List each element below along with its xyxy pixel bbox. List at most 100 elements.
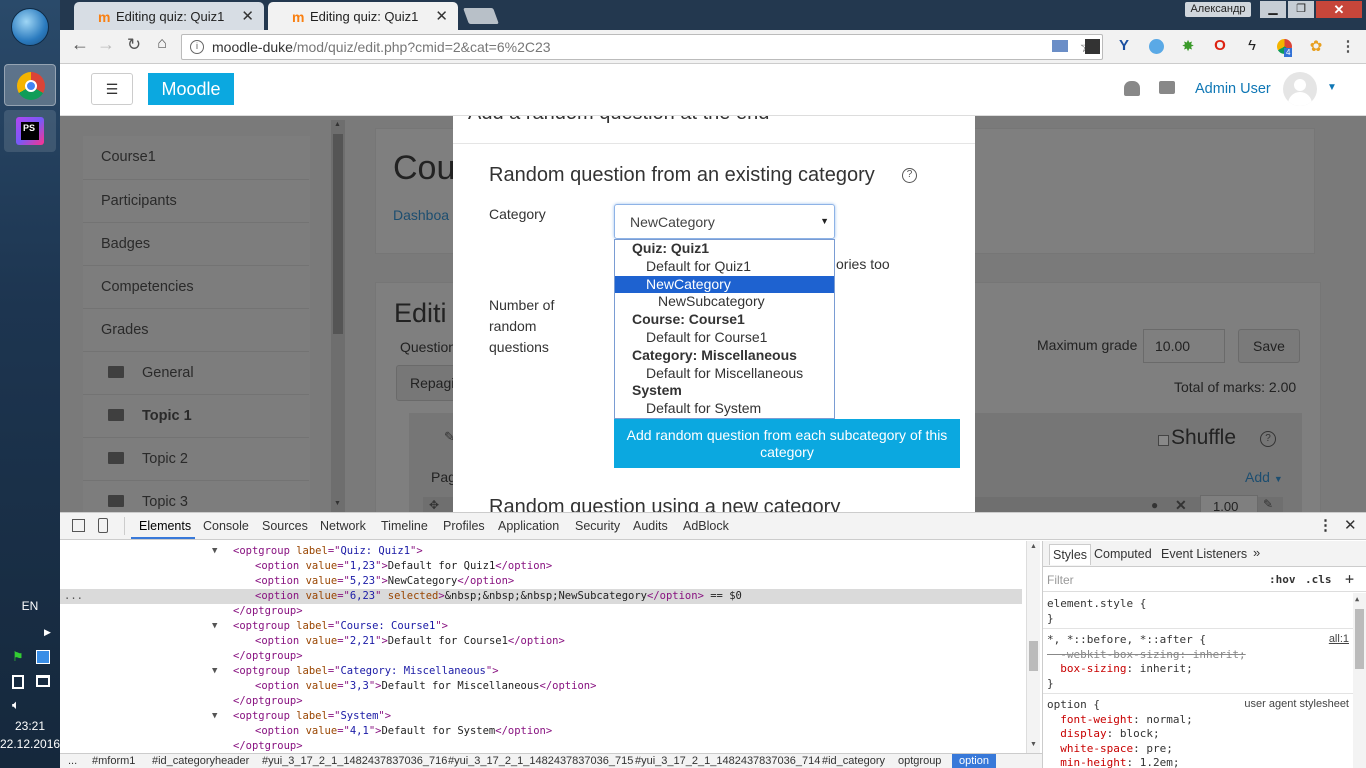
breadcrumb-optgroup[interactable]: optgroup (898, 755, 941, 767)
style-rule-line[interactable]: min-height: 1.2em; (1047, 756, 1179, 768)
dom-node-line[interactable]: <option value="4,1">Default for System</… (60, 724, 1022, 739)
nav-item-course1[interactable]: Course1 (83, 136, 309, 179)
option-default-miscellaneous[interactable]: Default for Miscellaneous (615, 365, 834, 383)
cls-toggle[interactable]: .cls (1305, 573, 1332, 586)
chrome-taskbar-button[interactable] (4, 64, 56, 106)
new-style-rule-icon[interactable]: + (1345, 570, 1354, 588)
inspect-element-icon[interactable] (72, 519, 85, 532)
preview-icon[interactable]: ● (1151, 498, 1158, 512)
nav-item-topic-2[interactable]: Topic 2 (83, 437, 309, 480)
delete-icon[interactable]: ✕ (1175, 497, 1187, 512)
dom-node-line[interactable]: <option value="3,3">Default for Miscella… (60, 679, 1022, 694)
tray-app-icon[interactable] (36, 650, 50, 664)
help-icon[interactable]: ? (902, 168, 917, 183)
nav-scrollbar-thumb[interactable] (333, 134, 343, 334)
option-default-quiz1[interactable]: Default for Quiz1 (615, 258, 834, 276)
max-grade-input[interactable]: 10.00 (1143, 329, 1225, 363)
back-icon[interactable]: ← (70, 34, 90, 54)
chrome-extension-icon[interactable]: 4 (1274, 37, 1294, 57)
clipboard-icon[interactable] (12, 675, 24, 689)
dom-scrollbar-thumb[interactable] (1029, 641, 1038, 671)
expand-arrow-icon[interactable]: ▼ (212, 619, 217, 634)
close-window-button[interactable]: ✕ (1316, 1, 1362, 18)
browser-tab-1[interactable]: m Editing quiz: Quiz1 ✕ (74, 2, 264, 30)
breadcrumb-option[interactable]: option (952, 754, 996, 768)
devtools-tab-profiles[interactable]: Profiles (443, 519, 485, 533)
breadcrumb-yui-714[interactable]: #yui_3_17_2_1_1482437837036_714 (635, 755, 820, 767)
nav-item-grades[interactable]: Grades (83, 308, 309, 351)
moodle-brand-button[interactable]: Moodle (148, 73, 234, 105)
breadcrumb-mform1[interactable]: #mform1 (92, 755, 135, 767)
style-rule-line[interactable]: font-weight: normal; (1047, 713, 1192, 726)
nav-item-participants[interactable]: Participants (83, 179, 309, 222)
nav-drawer-toggle[interactable]: ☰ (91, 73, 133, 105)
styles-scrollbar[interactable]: ▲ (1353, 593, 1366, 768)
option-newsubcategory[interactable]: NewSubcategory (615, 293, 834, 311)
event-listeners-tab[interactable]: Event Listeners (1161, 547, 1247, 561)
nav-item-topic-3[interactable]: Topic 3 (83, 480, 309, 512)
breadcrumb-yui-716[interactable]: #yui_3_17_2_1_1482437837036_716 (262, 755, 447, 767)
dom-tree[interactable]: ▼ <optgroup label="Quiz: Quiz1"> <option v… (60, 541, 1026, 753)
add-menu-link[interactable]: Add ▼ (1245, 469, 1283, 485)
style-rules[interactable]: element.style {} *, *::before, *::after {… (1043, 597, 1353, 768)
close-tab-icon[interactable]: ✕ (241, 7, 254, 25)
start-button[interactable] (11, 8, 49, 46)
devtools-tab-network[interactable]: Network (320, 519, 366, 533)
blue-extension-icon[interactable] (1146, 37, 1166, 57)
expand-arrow-icon[interactable]: ▼ (212, 664, 217, 679)
style-rule-source[interactable]: all:1 (1329, 633, 1349, 645)
dom-node-line[interactable]: ▼ <optgroup label="Course: Course1"> (60, 619, 1022, 634)
language-indicator[interactable]: EN (0, 599, 60, 613)
nav-item-general[interactable]: General (83, 351, 309, 394)
question-mark-input[interactable]: 1.00 (1200, 495, 1258, 512)
dom-node-line[interactable]: </optgroup> (60, 694, 1022, 709)
shuffle-help-icon[interactable]: ? (1260, 431, 1276, 447)
devtools-close-icon[interactable]: ✕ (1344, 516, 1357, 534)
dom-node-line[interactable]: </optgroup> (60, 649, 1022, 664)
style-rule-line[interactable]: -webkit-box-sizing: inherit; (1047, 648, 1245, 661)
window-user-badge[interactable]: Александр (1185, 2, 1251, 17)
option-default-system[interactable]: Default for System (615, 400, 834, 418)
minimize-button[interactable]: ▁ (1260, 1, 1286, 18)
devtools-tab-console[interactable]: Console (203, 519, 249, 533)
style-rule-line[interactable]: element.style { (1047, 597, 1146, 610)
green-extension-icon[interactable]: ✸ (1178, 37, 1198, 57)
breadcrumb-yui-715[interactable]: #yui_3_17_2_1_1482437837036_715 (448, 755, 633, 767)
new-tab-button[interactable] (463, 8, 499, 24)
tray-expand-icon[interactable]: ▶ (44, 627, 51, 638)
nav-scrollbar[interactable]: ▲ ▼ (331, 120, 345, 512)
devtools-menu-icon[interactable]: ⋮ (1318, 516, 1333, 534)
styles-scrollbar-thumb[interactable] (1355, 609, 1364, 669)
edit-mark-icon[interactable]: ✎ (1263, 497, 1273, 511)
move-icon[interactable]: ✥ (429, 498, 439, 512)
hov-toggle[interactable]: :hov (1269, 573, 1296, 586)
dom-node-line[interactable]: ... <option value="6,23" selected>&nbsp;&… (60, 589, 1022, 604)
nav-item-topic-1[interactable]: Topic 1 (83, 394, 309, 437)
category-select[interactable]: NewCategory ▼ (614, 204, 835, 239)
volume-icon[interactable]: 🔈︎ (12, 697, 20, 713)
device-toolbar-icon[interactable] (98, 518, 108, 533)
more-tabs-icon[interactable]: » (1253, 545, 1260, 560)
style-rule-line[interactable]: option { (1047, 698, 1100, 711)
shuffle-checkbox[interactable] (1158, 435, 1169, 446)
styles-tab[interactable]: Styles (1049, 544, 1092, 565)
notifications-bell-icon[interactable] (1124, 81, 1140, 96)
chrome-menu-icon[interactable]: ⋮ (1338, 37, 1358, 57)
add-random-question-button[interactable]: Add random question from each subcategor… (614, 419, 960, 468)
dom-node-line[interactable]: ▼ <optgroup label="System"> (60, 709, 1022, 724)
breadcrumb-dashboard[interactable]: Dashboa (393, 207, 449, 223)
dom-node-line[interactable]: </optgroup> (60, 739, 1022, 753)
dark-extension-icon[interactable] (1082, 37, 1102, 57)
dom-node-line[interactable]: </optgroup> (60, 604, 1022, 619)
mail-extension-icon[interactable] (1050, 37, 1070, 57)
maximize-button[interactable]: ❐ (1288, 1, 1314, 18)
breadcrumb-ellipsis[interactable]: ... (68, 755, 77, 767)
option-newcategory[interactable]: NewCategory (615, 275, 834, 294)
clock-date[interactable]: 22.12.2016 (0, 737, 60, 751)
breadcrumb-categoryheader[interactable]: #id_categoryheader (152, 755, 249, 767)
save-button[interactable]: Save (1238, 329, 1300, 363)
network-icon[interactable] (36, 675, 50, 687)
expand-arrow-icon[interactable]: ▼ (212, 544, 217, 559)
flower-extension-icon[interactable]: ✿ (1306, 37, 1326, 57)
breadcrumb-id-category[interactable]: #id_category (822, 755, 885, 767)
